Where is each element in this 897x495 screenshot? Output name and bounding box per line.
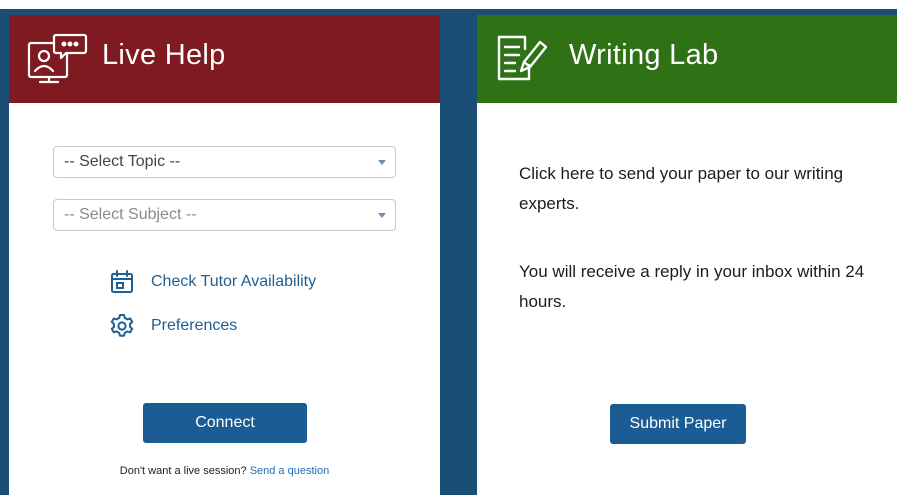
live-help-header: Live Help [9, 15, 440, 103]
live-help-card: Live Help -- Select Topic -- -- Select S… [9, 15, 440, 495]
writing-lab-description: Click here to send your paper to our wri… [519, 164, 844, 213]
preferences-link[interactable]: Preferences [109, 313, 237, 339]
footnote-text: Don't want a live session? [119, 465, 247, 477]
send-question-link[interactable]: Send a question [250, 465, 330, 477]
topic-select[interactable]: -- Select Topic -- [53, 146, 396, 178]
chevron-down-icon [378, 160, 386, 165]
chevron-down-icon [378, 213, 386, 218]
chat-monitor-icon [26, 29, 90, 92]
check-availability-label: Check Tutor Availability [151, 273, 317, 290]
check-availability-link[interactable]: Check Tutor Availability [109, 269, 316, 295]
writing-lab-turnaround: You will receive a reply in your inbox w… [519, 262, 865, 311]
subject-select-value: -- Select Subject -- [64, 206, 197, 223]
subject-select[interactable]: -- Select Subject -- [53, 199, 396, 231]
document-pencil-icon [493, 33, 549, 90]
gear-icon [109, 313, 135, 339]
writing-lab-header: Writing Lab [477, 15, 897, 103]
calendar-icon [109, 269, 135, 295]
preferences-label: Preferences [151, 317, 238, 334]
connect-button[interactable]: Connect [143, 403, 307, 443]
submit-paper-button[interactable]: Submit Paper [610, 404, 746, 444]
live-help-title: Live Help [102, 39, 226, 71]
writing-lab-title: Writing Lab [569, 39, 719, 71]
writing-lab-card: Writing Lab Click here to send your pape… [477, 15, 897, 495]
topic-select-value: -- Select Topic -- [64, 153, 181, 170]
footnote: Don't want a live session? Send a questi… [9, 465, 440, 477]
